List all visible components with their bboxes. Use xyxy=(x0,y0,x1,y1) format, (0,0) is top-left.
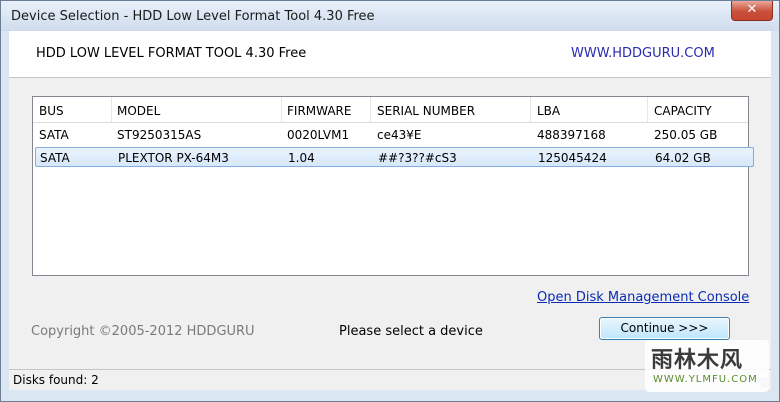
continue-button[interactable]: Continue >>> xyxy=(599,317,730,340)
disk-list[interactable]: BUS MODEL FIRMWARE SERIAL NUMBER LBA CAP… xyxy=(32,96,754,276)
close-button[interactable]: ✕ xyxy=(731,1,773,21)
window-title: Device Selection - HDD Low Level Format … xyxy=(11,9,375,24)
cell-serial: ##?3??#cS3 xyxy=(378,151,457,165)
column-divider[interactable] xyxy=(530,97,531,122)
column-divider[interactable] xyxy=(111,97,112,122)
app-header: HDD LOW LEVEL FORMAT TOOL 4.30 Free WWW.… xyxy=(9,31,771,78)
column-divider[interactable] xyxy=(281,97,282,122)
column-header-capacity[interactable]: CAPACITY xyxy=(654,104,712,118)
cell-capacity: 64.02 GB xyxy=(655,151,711,165)
cell-firmware: 0020LVM1 xyxy=(287,128,350,142)
close-icon: ✕ xyxy=(746,2,758,17)
column-divider[interactable] xyxy=(647,97,648,122)
title-bar[interactable]: Device Selection - HDD Low Level Format … xyxy=(1,1,779,31)
column-headers: BUS MODEL FIRMWARE SERIAL NUMBER LBA CAP… xyxy=(33,97,748,123)
select-device-prompt: Please select a device xyxy=(339,324,483,339)
cell-lba: 125045424 xyxy=(538,151,607,165)
disk-row[interactable]: SATA ST9250315AS 0020LVM1 ce43¥E 4883971… xyxy=(35,125,755,145)
column-divider[interactable] xyxy=(370,97,371,122)
app-name: HDD LOW LEVEL FORMAT TOOL 4.30 Free xyxy=(36,46,307,61)
column-header-firmware[interactable]: FIRMWARE xyxy=(287,104,351,118)
open-disk-management-link[interactable]: Open Disk Management Console xyxy=(537,290,749,305)
content-area: HDD LOW LEVEL FORMAT TOOL 4.30 Free WWW.… xyxy=(9,31,771,369)
cell-bus: SATA xyxy=(39,128,69,142)
watermark-url: WWW.YLMFU.COM xyxy=(653,374,758,385)
cell-lba: 488397168 xyxy=(537,128,606,142)
cell-model: PLEXTOR PX-64M3 xyxy=(118,151,229,165)
column-header-model[interactable]: MODEL xyxy=(117,104,160,118)
cell-serial: ce43¥E xyxy=(377,128,422,142)
website-link[interactable]: WWW.HDDGURU.COM xyxy=(571,46,715,61)
watermark-title: 雨林木风 xyxy=(651,348,744,373)
column-header-serial[interactable]: SERIAL NUMBER xyxy=(377,104,475,118)
disk-row-selected[interactable]: SATA PLEXTOR PX-64M3 1.04 ##?3??#cS3 125… xyxy=(35,147,754,167)
watermark-logo: 雨林木风 WWW.YLMFU.COM xyxy=(645,340,769,392)
column-header-bus[interactable]: BUS xyxy=(39,104,64,118)
cell-model: ST9250315AS xyxy=(117,128,202,142)
disks-found-status: Disks found: 2 xyxy=(13,373,99,387)
device-selection-window: Device Selection - HDD Low Level Format … xyxy=(0,0,780,402)
cell-bus: SATA xyxy=(40,151,70,165)
column-header-lba[interactable]: LBA xyxy=(537,104,560,118)
cell-firmware: 1.04 xyxy=(288,151,315,165)
cell-capacity: 250.05 GB xyxy=(654,128,718,142)
copyright-text: Copyright ©2005-2012 HDDGURU xyxy=(31,324,255,339)
